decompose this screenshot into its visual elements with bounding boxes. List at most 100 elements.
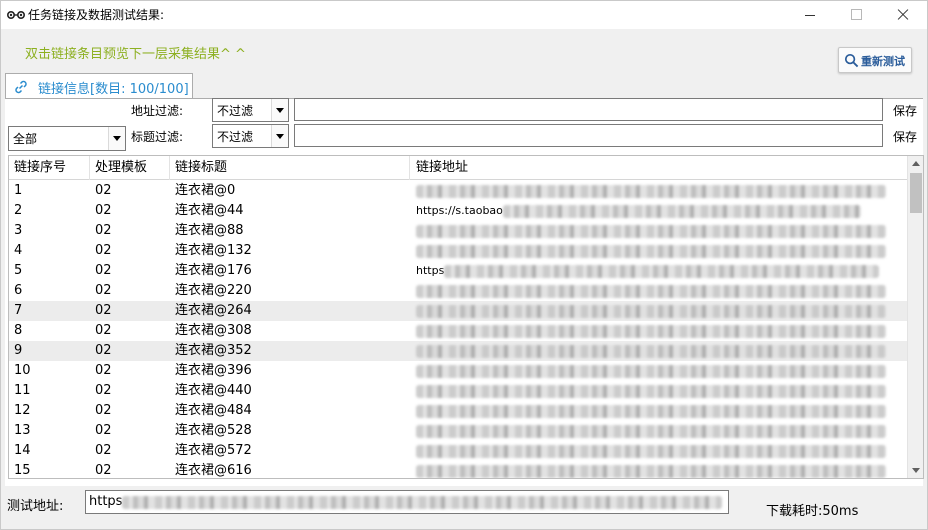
cell-template: 02 bbox=[95, 343, 112, 358]
cell-index: 7 bbox=[14, 303, 23, 318]
redacted-url bbox=[416, 185, 886, 198]
cell-url: https://s.taobao bbox=[410, 201, 888, 221]
cell-url bbox=[410, 241, 888, 261]
cell-index: 1 bbox=[14, 183, 23, 198]
test-url-field[interactable]: https bbox=[85, 490, 729, 514]
minimize-button[interactable] bbox=[787, 1, 833, 29]
retest-button[interactable]: 重新测试 bbox=[838, 47, 912, 73]
cell-url: https bbox=[410, 261, 888, 281]
column-header-title[interactable]: 链接标题 bbox=[170, 156, 410, 180]
cell-template: 02 bbox=[95, 263, 112, 278]
url-filter-mode-value: 不过滤 bbox=[217, 104, 254, 118]
test-url-label: 测试地址: bbox=[7, 499, 64, 514]
cell-url bbox=[410, 441, 888, 461]
maximize-button[interactable] bbox=[833, 1, 879, 29]
cell-template: 02 bbox=[95, 423, 112, 438]
redacted-url bbox=[416, 365, 886, 378]
url-filter-label: 地址过滤: bbox=[131, 104, 184, 118]
table-row[interactable]: 6 02 连衣裙@220 bbox=[9, 281, 907, 301]
title-filter-mode-value: 不过滤 bbox=[217, 130, 254, 144]
vertical-scrollbar[interactable] bbox=[907, 156, 923, 478]
cell-index: 14 bbox=[14, 443, 31, 458]
redacted-url bbox=[416, 385, 886, 398]
cell-template: 02 bbox=[95, 443, 112, 458]
column-header-index[interactable]: 链接序号 bbox=[9, 156, 90, 180]
table-row[interactable]: 7 02 连衣裙@264 bbox=[9, 301, 907, 321]
scrollbar-thumb[interactable] bbox=[910, 173, 922, 213]
cell-title: 连衣裙@132 bbox=[175, 243, 252, 258]
cell-template: 02 bbox=[95, 403, 112, 418]
table-row[interactable]: 13 02 连衣裙@528 bbox=[9, 421, 907, 441]
cell-template: 02 bbox=[95, 383, 112, 398]
cell-index: 12 bbox=[14, 403, 31, 418]
cell-template: 02 bbox=[95, 223, 112, 238]
cell-index: 5 bbox=[14, 263, 23, 278]
table-row[interactable]: 1 02 连衣裙@0 bbox=[9, 181, 907, 201]
cell-title: 连衣裙@0 bbox=[175, 183, 236, 198]
table-row[interactable]: 5 02 连衣裙@176 https bbox=[9, 261, 907, 281]
cell-title: 连衣裙@308 bbox=[175, 323, 252, 338]
cell-template: 02 bbox=[95, 203, 112, 218]
cell-title: 连衣裙@176 bbox=[175, 263, 252, 278]
cell-title: 连衣裙@396 bbox=[175, 363, 252, 378]
glasses-icon bbox=[7, 11, 25, 19]
url-filter-input[interactable] bbox=[294, 98, 883, 121]
cell-url bbox=[410, 221, 888, 241]
close-button[interactable] bbox=[879, 1, 925, 29]
table-row[interactable]: 12 02 连衣裙@484 bbox=[9, 401, 907, 421]
redacted-url bbox=[502, 205, 861, 218]
redacted-url bbox=[416, 445, 886, 458]
table-row[interactable]: 15 02 连衣裙@616 bbox=[9, 461, 907, 478]
redacted-url bbox=[416, 405, 886, 418]
redacted-url bbox=[416, 285, 886, 298]
cell-title: 连衣裙@528 bbox=[175, 423, 252, 438]
cell-url bbox=[410, 321, 888, 341]
window-title: 任务链接及数据测试结果: bbox=[28, 8, 165, 22]
cell-template: 02 bbox=[95, 243, 112, 258]
cell-template: 02 bbox=[95, 323, 112, 338]
test-url-value: https bbox=[89, 494, 123, 509]
download-time: 下载耗时:50ms bbox=[766, 504, 859, 519]
cell-title: 连衣裙@264 bbox=[175, 303, 252, 318]
cell-index: 11 bbox=[14, 383, 31, 398]
cell-index: 10 bbox=[14, 363, 31, 378]
cell-title: 连衣裙@44 bbox=[175, 203, 244, 218]
cell-index: 9 bbox=[14, 343, 23, 358]
table-row[interactable]: 11 02 连衣裙@440 bbox=[9, 381, 907, 401]
task-link-test-window: 任务链接及数据测试结果: 双击链接条目预览下一层采集结果^ ^ 重新测试 链接信… bbox=[0, 0, 928, 530]
table-row[interactable]: 2 02 连衣裙@44 https://s.taobao bbox=[9, 201, 907, 221]
tab-link-info[interactable]: 链接信息[数目: 100/100] bbox=[5, 73, 193, 99]
title-filter-label: 标题过滤: bbox=[131, 130, 184, 144]
cell-url bbox=[410, 421, 888, 441]
cell-title: 连衣裙@440 bbox=[175, 383, 252, 398]
url-filter-save-button[interactable]: 保存 bbox=[893, 102, 917, 119]
cell-url-prefix: https bbox=[416, 264, 445, 277]
cell-index: 3 bbox=[14, 223, 23, 238]
cell-url bbox=[410, 461, 888, 478]
redacted-url bbox=[444, 265, 880, 278]
title-filter-mode-select[interactable]: 不过滤 bbox=[212, 124, 289, 148]
cell-template: 02 bbox=[95, 283, 112, 298]
cell-template: 02 bbox=[95, 463, 112, 478]
table-row[interactable]: 4 02 连衣裙@132 bbox=[9, 241, 907, 261]
table-row[interactable]: 14 02 连衣裙@572 bbox=[9, 441, 907, 461]
redacted-url bbox=[416, 245, 886, 258]
title-filter-save-button[interactable]: 保存 bbox=[893, 128, 917, 145]
table-row[interactable]: 3 02 连衣裙@88 bbox=[9, 221, 907, 241]
title-filter-input[interactable] bbox=[294, 124, 883, 147]
column-header-template[interactable]: 处理模板 bbox=[90, 156, 170, 180]
title-bar: 任务链接及数据测试结果: bbox=[1, 1, 927, 29]
cell-url-prefix: https://s.taobao bbox=[416, 204, 503, 217]
cell-template: 02 bbox=[95, 303, 112, 318]
table-row[interactable]: 10 02 连衣裙@396 bbox=[9, 361, 907, 381]
url-filter-mode-select[interactable]: 不过滤 bbox=[212, 98, 289, 122]
search-icon bbox=[844, 53, 859, 68]
cell-index: 8 bbox=[14, 323, 23, 338]
chevron-down-icon bbox=[271, 125, 288, 147]
table-row[interactable]: 9 02 连衣裙@352 bbox=[9, 341, 907, 361]
category-select[interactable]: 全部 bbox=[8, 126, 126, 151]
cell-title: 连衣裙@88 bbox=[175, 223, 244, 238]
column-header-url[interactable]: 链接地址 bbox=[410, 156, 907, 180]
table-row[interactable]: 8 02 连衣裙@308 bbox=[9, 321, 907, 341]
cell-url bbox=[410, 401, 888, 421]
